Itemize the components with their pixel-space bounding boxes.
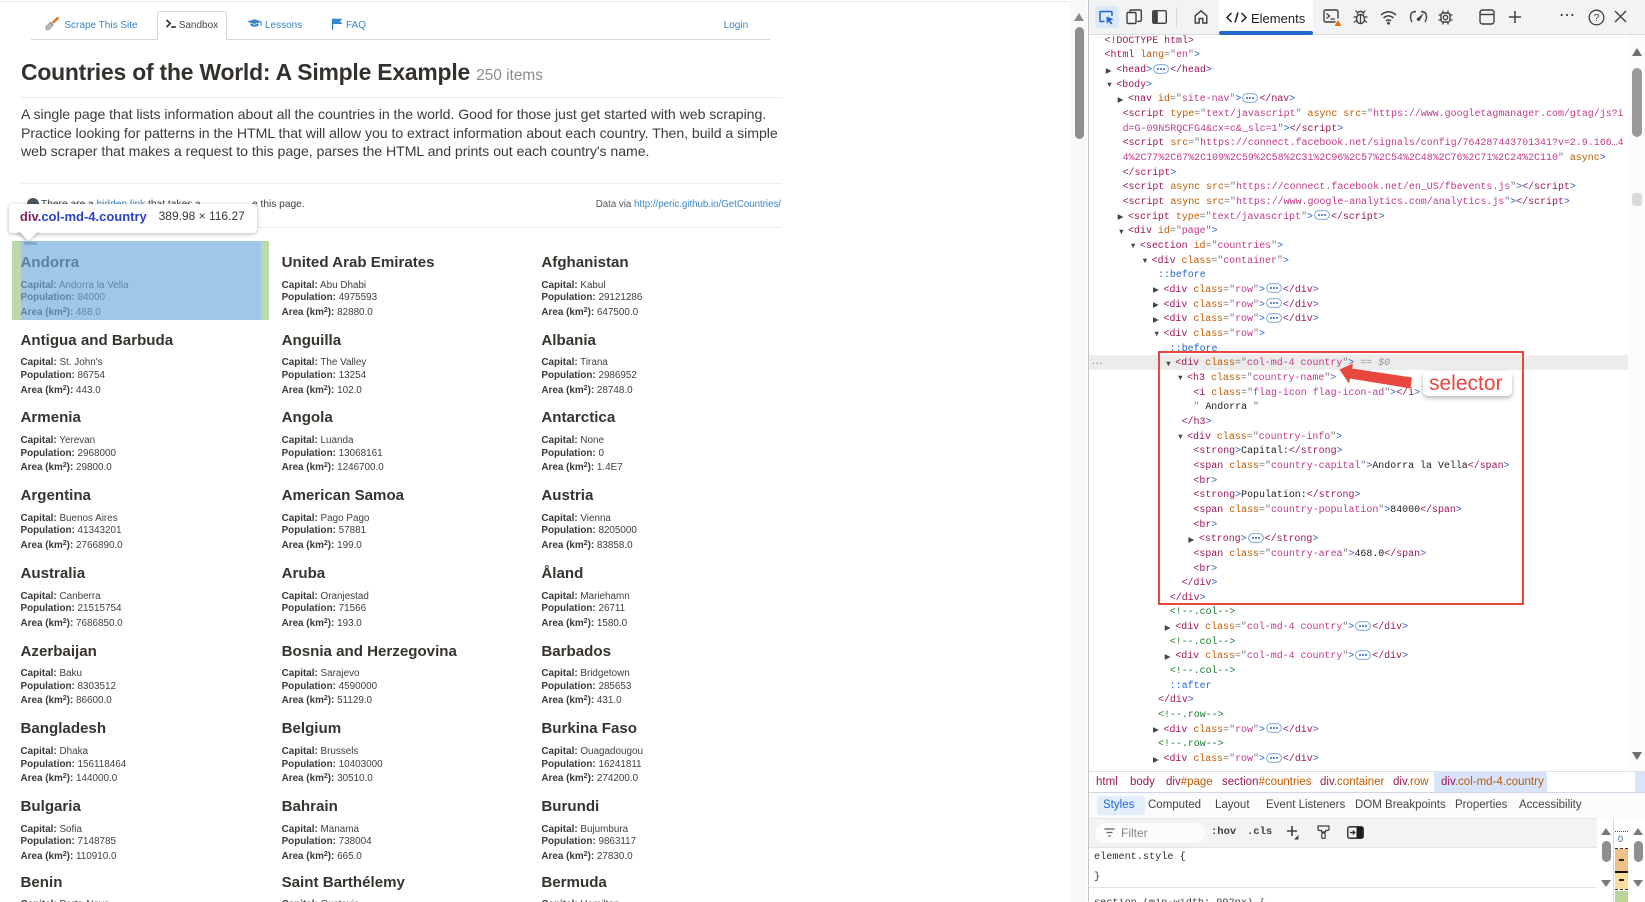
svg-text:?: ? [1594,13,1600,24]
